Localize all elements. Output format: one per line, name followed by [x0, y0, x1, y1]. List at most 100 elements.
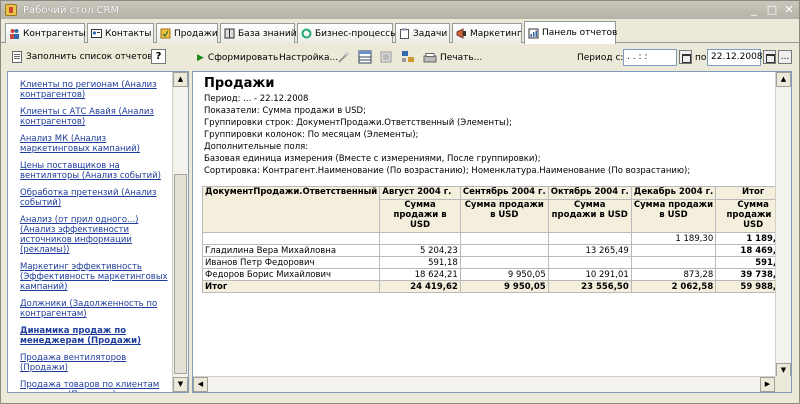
report-area: Продажи Период: ... - 22.12.2008 Показат… [192, 71, 792, 393]
table-header-row: ДокументПродажи.Ответственный Август 200… [201, 186, 791, 233]
scroll-up-icon[interactable]: ▲ [173, 72, 188, 87]
scroll-corner [775, 376, 791, 392]
maximize-icon[interactable]: □ [765, 3, 779, 16]
report-additional-fields: Дополнительные поля: [204, 142, 309, 152]
app-icon [5, 4, 17, 16]
tab-label: База знаний [238, 28, 297, 39]
settings-label: Настройка... [279, 52, 339, 63]
report-panel-icon [528, 28, 539, 39]
close-icon[interactable]: ✕ [782, 3, 796, 16]
column-header: Август 2004 г. [379, 186, 461, 200]
report-link-regions[interactable]: Клиенты по регионам (Анализ контрагентов… [8, 80, 168, 100]
minimize-icon[interactable]: _ [747, 3, 761, 16]
total-cell: 24 419,62 [379, 280, 461, 293]
report-row-groupings: Группировки строк: ДокументПродажи.Ответ… [204, 118, 512, 128]
total-cell: 9 950,05 [459, 280, 549, 293]
tab-knowledge-base[interactable]: База знаний [220, 23, 297, 43]
book-icon [224, 28, 235, 39]
print-label: Печать... [440, 52, 483, 63]
report-horizontal-scrollbar[interactable]: ◀ ▶ [193, 376, 775, 392]
total-cell: 2 062,58 [630, 280, 717, 293]
calendar-icon[interactable] [679, 50, 692, 64]
report-link-fan-sales[interactable]: Продажа вентиляторов (Продажи) [8, 353, 168, 373]
contact-card-icon [91, 28, 102, 39]
grouping-icon[interactable] [401, 50, 415, 64]
fill-report-list-button[interactable]: Заполнить список отчетов [7, 48, 158, 66]
column-header: Сентябрь 2004 г. [459, 186, 549, 200]
total-cell: 23 556,50 [547, 280, 632, 293]
report-list-icon [12, 51, 22, 63]
table-row[interactable]: Иванов Петр Федорович 591,18 591,18 [201, 256, 791, 269]
report-link-mk-analysis[interactable]: Анализ МК (Анализ маркетинговых кампаний… [8, 134, 168, 154]
tab-bar: Контрагенты Контакты Продажи База знаний… [1, 19, 799, 44]
report-base-unit: Базовая единица измерения (Вместе с изме… [204, 154, 541, 164]
printer-icon [423, 52, 437, 63]
report-table: ДокументПродажи.Ответственный Август 200… [201, 186, 791, 293]
tab-sales[interactable]: Продажи [156, 23, 218, 43]
marketing-icon [456, 28, 467, 39]
tab-marketing[interactable]: Маркетинг [452, 23, 522, 43]
period-to-input[interactable]: 22.12.2008 [707, 49, 763, 66]
scroll-thumb[interactable] [174, 174, 187, 374]
report-link-sales-by-manager[interactable]: Динамика продаж по менеджерам (Продажи) [8, 326, 168, 346]
period-from-input[interactable]: . . : : [623, 49, 677, 66]
tab-report-panel[interactable]: Панель отчетов [524, 21, 618, 44]
generate-button[interactable]: ▶ Сформировать [197, 49, 278, 66]
report-link-debtors[interactable]: Должники (Задолженность по контрагентам) [8, 299, 168, 319]
table-cell: 873,28 [630, 268, 717, 281]
tab-label: Панель отчетов [542, 28, 618, 38]
scroll-up-icon[interactable]: ▲ [776, 72, 791, 87]
window-title: Рабочий стол CRM [23, 4, 120, 16]
row-label [201, 232, 381, 245]
report-vertical-scrollbar[interactable]: ▲ ▼ [775, 72, 791, 378]
scroll-right-icon[interactable]: ▶ [760, 377, 775, 392]
table-cell [379, 232, 461, 245]
people-icon [9, 28, 20, 39]
report-link-info-sources[interactable]: Анализ (от прил одного...) (Анализ эффек… [8, 215, 168, 255]
row-header-cell: ДокументПродажи.Ответственный [201, 186, 381, 233]
table-total-row[interactable]: Итог 24 419,62 9 950,05 23 556,50 2 062,… [201, 280, 791, 293]
scroll-left-icon[interactable]: ◀ [193, 377, 208, 392]
report-link-claims[interactable]: Обработка претензий (Анализ событий) [8, 188, 168, 208]
row-label: Гладилина Вера Михайловна [201, 244, 381, 257]
report-title: Продажи [204, 76, 275, 91]
report-link-avaya[interactable]: Клиенты с АТС Авайя (Анализ контрагентов… [8, 107, 168, 127]
print-button[interactable]: Печать... [423, 49, 482, 66]
report-column-groupings: Группировки колонок: По месяцам (Элемент… [204, 130, 419, 140]
table-view-icon[interactable] [358, 50, 372, 64]
scroll-down-icon[interactable]: ▼ [173, 377, 188, 392]
tab-label: Контрагенты [23, 28, 86, 39]
table-row[interactable]: Федоров Борис Михайлович 18 624,21 9 950… [201, 268, 791, 281]
structure-icon[interactable] [379, 50, 393, 64]
tab-contacts[interactable]: Контакты [87, 23, 154, 43]
table-cell [630, 244, 717, 257]
left-toolbar: Заполнить список отчетов ? [5, 46, 190, 70]
play-icon: ▶ [197, 52, 204, 63]
table-row[interactable]: Гладилина Вера Михайловна 5 204,23 13 26… [201, 244, 791, 257]
tab-business-processes[interactable]: Бизнес-процессы [297, 23, 397, 43]
task-icon [399, 28, 410, 39]
measure-header: Сумма продажи в USD [379, 198, 461, 234]
measure-header: Сумма продажи в USD [459, 198, 549, 234]
measure-header: Сумма продажи в USD [630, 198, 717, 234]
report-link-sales-by-client[interactable]: Продажа товаров по клиентам за период (П… [8, 380, 168, 392]
period-to-label: по [695, 52, 707, 63]
tab-label: Задачи [413, 28, 448, 39]
select-period-button[interactable]: ... [778, 50, 792, 64]
report-link-marketing-efficiency[interactable]: Маркетинг эффективность (Эффективность м… [8, 262, 168, 292]
settings-button[interactable]: Настройка... [279, 49, 338, 66]
tab-tasks[interactable]: Задачи [395, 23, 450, 43]
fill-report-list-label: Заполнить список отчетов [26, 52, 153, 62]
left-vertical-scrollbar[interactable]: ▲ ▼ [172, 72, 188, 392]
report-link-supplier-prices[interactable]: Цены поставщиков на вентиляторы (Анализ … [8, 161, 168, 181]
process-icon [301, 28, 312, 39]
tab-label: Бизнес-процессы [315, 28, 398, 39]
table-row[interactable]: 1 189,30 1 189,30 [201, 232, 791, 245]
report-list-panel: Клиенты по регионам (Анализ контрагентов… [7, 71, 189, 393]
tab-counterparties[interactable]: Контрагенты [5, 23, 86, 43]
wand-icon[interactable] [337, 50, 351, 64]
title-bar: Рабочий стол CRM _ □ ✕ [1, 1, 799, 19]
help-button[interactable]: ? [151, 49, 166, 64]
table-cell [547, 232, 632, 245]
calendar-icon[interactable] [763, 50, 776, 64]
